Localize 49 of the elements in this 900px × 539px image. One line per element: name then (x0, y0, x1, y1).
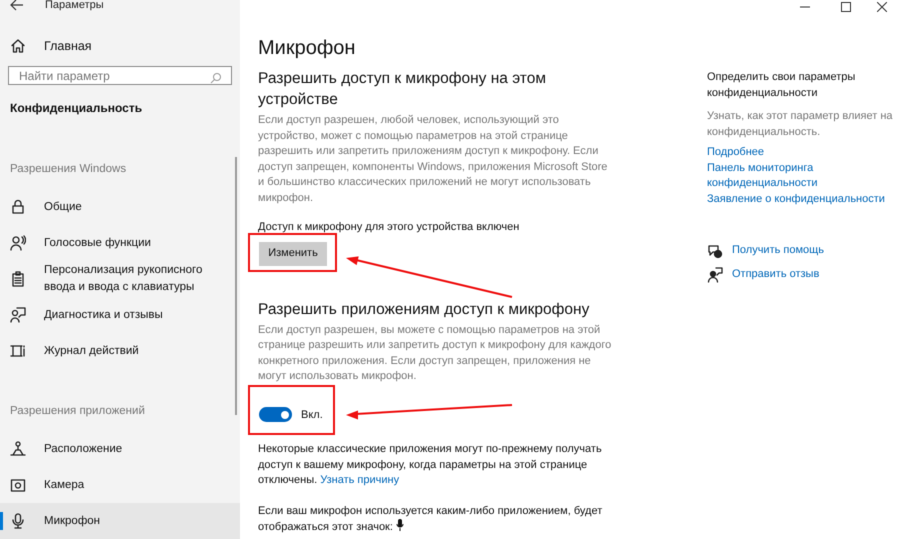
category-title: Конфиденциальность (10, 100, 144, 117)
close-icon[interactable] (877, 2, 887, 12)
section-heading: Разрешить приложениям доступ к микрофону (258, 300, 590, 320)
section-description: Если доступ разрешен, любой человек, использующий это устройство, может с помощью параметров на этой странице разрешить или запретить приложениям доступ к микрофону. Если доступ запрещен, компоненты Windows, приложения Microsoft Store и большинство классических приложений не могут использовать микрофон. (258, 113, 608, 206)
person-feedback-icon (707, 267, 723, 283)
clipboard-icon (10, 271, 26, 287)
padlock-icon (10, 199, 26, 215)
sidebar-item[interactable]: Журнал действий (0, 333, 240, 369)
microphone-icon (396, 519, 404, 531)
aside-action-link[interactable]: Отправить отзыв (732, 267, 820, 283)
toggle-label: Вкл. (301, 408, 323, 422)
classic-apps-note: Некоторые классические приложения могут по-прежнему получать доступ к вашему микрофону, когда параметры на этой странице отключены. Узнать причину (258, 442, 603, 488)
aside-action-link[interactable]: Получить помощь (732, 243, 824, 259)
sidebar-item[interactable]: Микрофон (0, 503, 240, 539)
sidebar-item[interactable]: Персонализация рукописного ввода и ввода с клавиатуры (0, 261, 240, 297)
speaking-person-icon (10, 235, 26, 251)
location-person-icon (10, 441, 26, 457)
privacy-link[interactable]: Заявление о конфиденциальности (707, 192, 900, 207)
sidebar-item[interactable]: Голосовые функции (0, 225, 240, 261)
aside-description: Узнать, как этот параметр влияет на конфиденциальность. (707, 109, 894, 140)
camera-icon (10, 477, 26, 493)
sidebar-item[interactable]: Общие (0, 189, 240, 225)
section-header: Разрешения Windows (10, 162, 128, 177)
learn-why-link[interactable]: Узнать причину (320, 474, 400, 486)
help-bubble-icon (707, 243, 723, 259)
timeline-icon (10, 343, 26, 359)
device-status: Доступ к микрофону для этого устройства включен (258, 220, 520, 235)
back-arrow-icon[interactable] (10, 0, 24, 11)
sidebar-item[interactable]: Расположение (0, 431, 240, 467)
aside-heading: Определить свои параметры конфиденциальности (707, 70, 856, 100)
privacy-link[interactable]: Подробнее (707, 145, 900, 160)
search-field[interactable]: Найти параметр (8, 66, 232, 85)
window-title: Параметры (45, 0, 104, 13)
person-feedback-icon (10, 307, 26, 323)
indicator-note: Если ваш микрофон используется каким-либо приложением, будет отображаться этот значок: (258, 504, 604, 535)
privacy-link[interactable]: Панель мониторинга конфиденциальности (707, 160, 900, 192)
microphone-icon (10, 513, 26, 529)
sidebar-item[interactable]: Камера (0, 467, 240, 503)
toggle-switch[interactable] (259, 407, 292, 422)
search-icon (210, 72, 222, 84)
home-item[interactable]: Главная (10, 38, 240, 54)
change-button[interactable]: Изменить (259, 242, 327, 266)
sidebar-item[interactable]: Диагностика и отзывы (0, 297, 240, 333)
section-header: Разрешения приложений (10, 404, 146, 419)
maximize-icon[interactable] (841, 2, 851, 12)
section-description: Если доступ разрешен, вы можете с помощью параметров на этой странице разрешить или запретить доступ к микрофону для каждого конкретного приложения. Если доступ запрещен, приложения не могут использовать микрофон. (258, 322, 612, 384)
home-icon (10, 38, 26, 54)
section-heading: Разрешить доступ к микрофону на этом устройстве (258, 69, 547, 110)
page-title: Микрофон (258, 36, 356, 61)
